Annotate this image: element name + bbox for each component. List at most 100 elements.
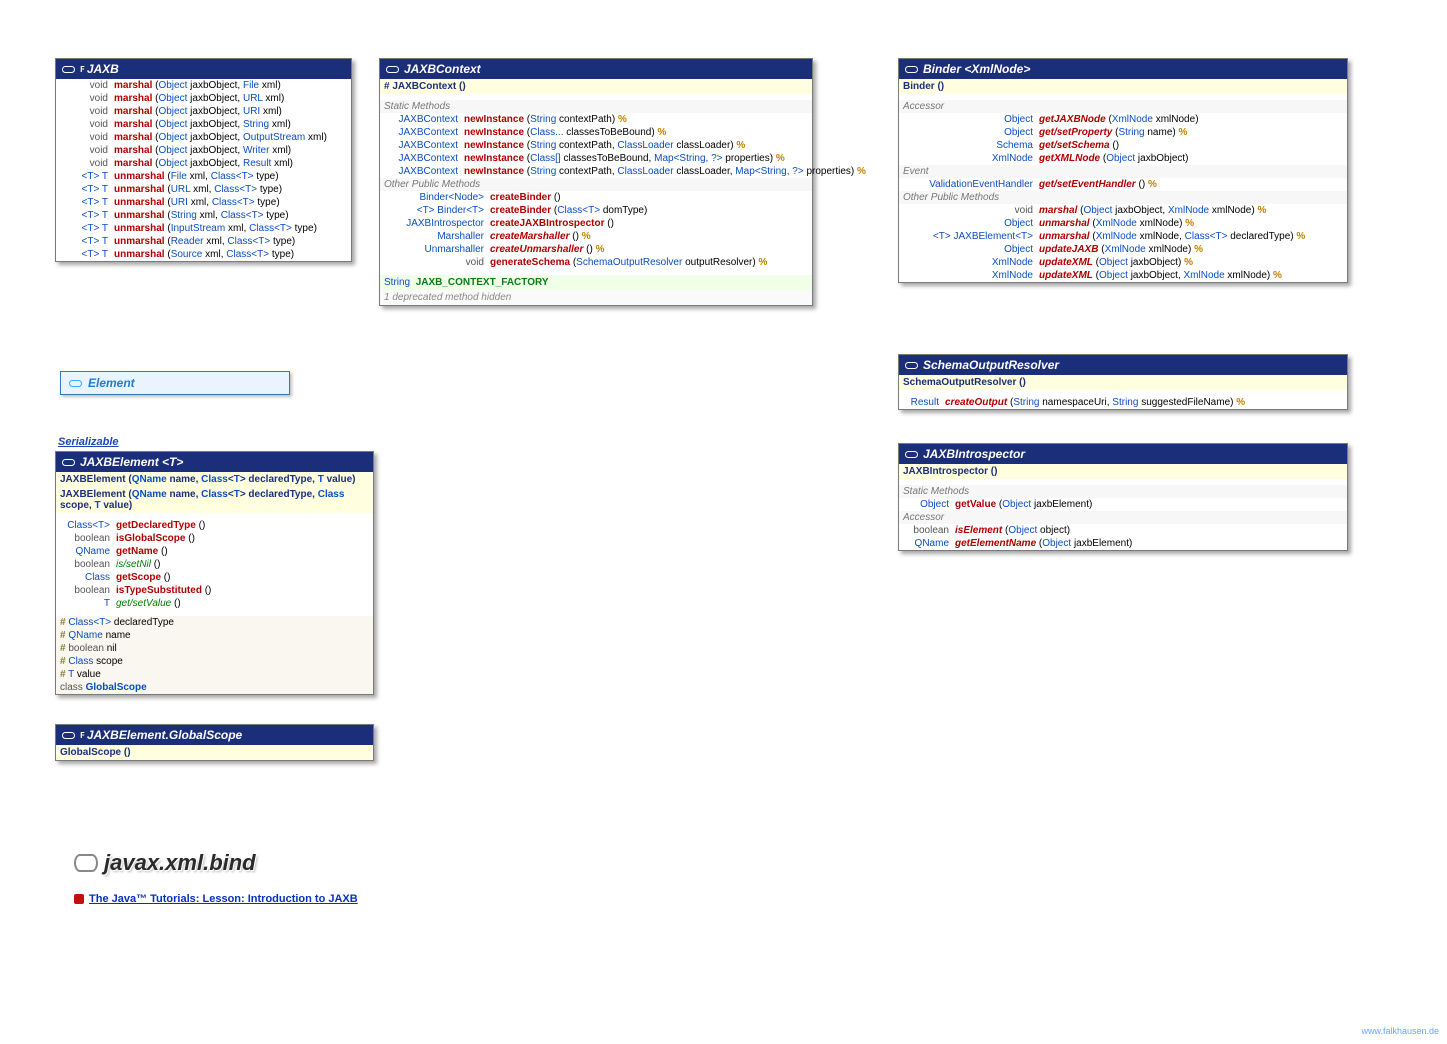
class-title-globalscope: F JAXBElement.GlobalScope <box>56 725 373 745</box>
method-row: voidmarshal (Object jaxbObject, URI xml) <box>60 105 347 118</box>
method-row: voidmarshal (Object jaxbObject, Writer x… <box>60 144 347 157</box>
class-title-intro: JAXBIntrospector <box>899 444 1347 464</box>
constructor: JAXBElement (QName name, Class<T> declar… <box>56 472 373 487</box>
method-row: XmlNodeupdateXML (Object jaxbObject, Xml… <box>899 269 1347 282</box>
field-row: # QName name <box>56 629 373 642</box>
canvas: F JAXB voidmarshal (Object jaxbObject, F… <box>0 0 1447 1044</box>
class-title-jaxbelement: JAXBElement <T> <box>56 452 373 472</box>
constructor: # JAXBContext () <box>380 79 812 94</box>
field-row: # Class scope <box>56 655 373 668</box>
section-static: Static Methods <box>380 100 812 113</box>
oracle-icon <box>74 894 84 904</box>
constructor: JAXBElement (QName name, Class<T> declar… <box>56 487 373 513</box>
interface-element[interactable]: Element <box>60 371 290 395</box>
section-accessor: Accessor <box>899 100 1347 113</box>
method-row: XmlNodeupdateXML (Object jaxbObject) % <box>899 256 1347 269</box>
method-row: <T> Tunmarshal (Source xml, Class<T> typ… <box>60 248 347 261</box>
binder-others: voidmarshal (Object jaxbObject, XmlNode … <box>899 204 1347 282</box>
method-row: QNamegetElementName (Object jaxbElement) <box>899 537 1347 550</box>
binder-accessors: ObjectgetJAXBNode (XmlNode xmlNode)Objec… <box>899 113 1347 165</box>
method-row: voidmarshal (Object jaxbObject, XmlNode … <box>899 204 1347 217</box>
class-icon <box>905 360 918 370</box>
class-title-context: JAXBContext <box>380 59 812 79</box>
method-row: voidmarshal (Object jaxbObject, OutputSt… <box>60 131 347 144</box>
method-row: <T> Binder<T>createBinder (Class<T> domT… <box>380 204 812 217</box>
method-row: Objectget/setProperty (String name) % <box>899 126 1347 139</box>
class-icon <box>905 64 918 74</box>
method-row: XmlNodegetXMLNode (Object jaxbObject) <box>899 152 1347 165</box>
class-title-binder: Binder <XmlNode> <box>899 59 1347 79</box>
method-row: JAXBContextnewInstance (String contextPa… <box>380 139 812 152</box>
constructor: SchemaOutputResolver () <box>899 375 1347 390</box>
field-row: # boolean nil <box>56 642 373 655</box>
method-row: booleanisGlobalScope () <box>56 532 373 545</box>
package-label: javax.xml.bind <box>74 850 256 876</box>
jaxbelement-fields: # Class<T> declaredType# QName name# boo… <box>56 616 373 694</box>
method-row: ClassgetScope () <box>56 571 373 584</box>
method-row: MarshallercreateMarshaller () % <box>380 230 812 243</box>
method-row: <T> Tunmarshal (URL xml, Class<T> type) <box>60 183 347 196</box>
intro-static: ObjectgetValue (Object jaxbElement) <box>899 498 1347 511</box>
site-credit: www.falkhausen.de <box>1361 1026 1439 1036</box>
section-other: Other Public Methods <box>899 191 1347 204</box>
method-row: Binder<Node>createBinder () <box>380 191 812 204</box>
class-binder: Binder <XmlNode> Binder () Accessor Obje… <box>898 58 1348 283</box>
intro-accessors: booleanisElement (Object object)QNameget… <box>899 524 1347 550</box>
section-accessor: Accessor <box>899 511 1347 524</box>
method-row: QNamegetName () <box>56 545 373 558</box>
field-row: # Class<T> declaredType <box>56 616 373 629</box>
deprecated-note: 1 deprecated method hidden <box>380 290 812 305</box>
method-row: JAXBContextnewInstance (String contextPa… <box>380 113 812 126</box>
method-row: <T> Tunmarshal (File xml, Class<T> type) <box>60 170 347 183</box>
class-schemaoutputresolver: SchemaOutputResolver SchemaOutputResolve… <box>898 354 1348 410</box>
method-row: <T> Tunmarshal (Reader xml, Class<T> typ… <box>60 235 347 248</box>
method-row: JAXBContextnewInstance (Class... classes… <box>380 126 812 139</box>
class-icon <box>905 449 918 459</box>
method-row: voidmarshal (Object jaxbObject, File xml… <box>60 79 347 92</box>
method-row: <T> JAXBElement<T>unmarshal (XmlNode xml… <box>899 230 1347 243</box>
class-jaxbelement: JAXBElement <T> JAXBElement (QName name,… <box>55 451 374 695</box>
method-row: voidmarshal (Object jaxbObject, String x… <box>60 118 347 131</box>
method-row: ValidationEventHandlerget/setEventHandle… <box>899 178 1347 191</box>
class-icon <box>62 730 75 740</box>
method-row: <T> Tunmarshal (URI xml, Class<T> type) <box>60 196 347 209</box>
constructor: JAXBIntrospector () <box>899 464 1347 479</box>
package-icon <box>74 854 98 872</box>
method-row: ObjectgetValue (Object jaxbElement) <box>899 498 1347 511</box>
method-row: JAXBContextnewInstance (String contextPa… <box>380 165 812 178</box>
class-icon <box>386 64 399 74</box>
section-static: Static Methods <box>899 485 1347 498</box>
method-row: booleanisTypeSubstituted () <box>56 584 373 597</box>
class-icon <box>62 457 75 467</box>
jaxbelement-methods: Class<T>getDeclaredType ()booleanisGloba… <box>56 519 373 610</box>
method-row: booleanis/setNil () <box>56 558 373 571</box>
method-row: UnmarshallercreateUnmarshaller () % <box>380 243 812 256</box>
field-row: # T value <box>56 668 373 681</box>
method-row: JAXBIntrospectorcreateJAXBIntrospector (… <box>380 217 812 230</box>
method-row: ObjectgetJAXBNode (XmlNode xmlNode) <box>899 113 1347 126</box>
jaxb-methods: voidmarshal (Object jaxbObject, File xml… <box>56 79 351 261</box>
method-row: voidgenerateSchema (SchemaOutputResolver… <box>380 256 812 269</box>
tutorial-link[interactable]: The Java™ Tutorials: Lesson: Introductio… <box>74 893 358 905</box>
section-other: Other Public Methods <box>380 178 812 191</box>
binder-events: ValidationEventHandlerget/setEventHandle… <box>899 178 1347 191</box>
constant-row: String JAXB_CONTEXT_FACTORY <box>380 275 812 290</box>
method-row: ObjectupdateJAXB (XmlNode xmlNode) % <box>899 243 1347 256</box>
method-row: <T> Tunmarshal (String xml, Class<T> typ… <box>60 209 347 222</box>
method-row: <T> Tunmarshal (InputStream xml, Class<T… <box>60 222 347 235</box>
method-row: Tget/setValue () <box>56 597 373 610</box>
method-row: Schemaget/setSchema () <box>899 139 1347 152</box>
method-row: Class<T>getDeclaredType () <box>56 519 373 532</box>
constructor: GlobalScope () <box>56 745 373 760</box>
class-icon <box>62 64 75 74</box>
method-row: JAXBContextnewInstance (Class[] classesT… <box>380 152 812 165</box>
class-globalscope: F JAXBElement.GlobalScope GlobalScope () <box>55 724 374 761</box>
class-jaxbintrospector: JAXBIntrospector JAXBIntrospector () Sta… <box>898 443 1348 551</box>
section-event: Event <box>899 165 1347 178</box>
field-row: class GlobalScope <box>56 681 373 694</box>
link-serializable[interactable]: Serializable <box>58 436 119 448</box>
interface-icon <box>69 378 82 388</box>
ctx-static-methods: JAXBContextnewInstance (String contextPa… <box>380 113 812 178</box>
method-row: booleanisElement (Object object) <box>899 524 1347 537</box>
ctx-other-methods: Binder<Node>createBinder ()<T> Binder<T>… <box>380 191 812 269</box>
